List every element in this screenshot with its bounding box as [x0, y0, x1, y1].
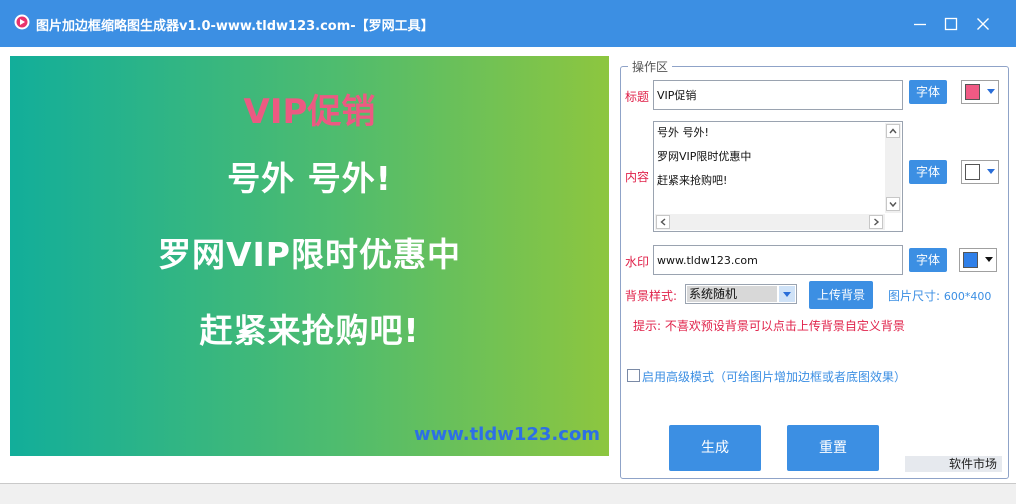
title-label: 标题: [625, 90, 650, 104]
chevron-left-icon: [660, 218, 666, 226]
app-logo-icon: [14, 14, 30, 30]
content-horizontal-scrollbar[interactable]: [655, 214, 885, 230]
content-vertical-scrollbar[interactable]: [885, 123, 901, 213]
close-button[interactable]: [971, 12, 995, 36]
scroll-down-button[interactable]: [886, 197, 900, 211]
watermark-label: 水印: [625, 255, 650, 269]
status-bar: [0, 483, 1016, 504]
preview-line-2: 罗网VIP限时优惠中: [157, 235, 461, 274]
bg-style-label: 背景样式:: [625, 289, 678, 303]
content-font-button[interactable]: 字体: [909, 160, 947, 184]
chevron-right-icon: [874, 218, 880, 226]
title-color-swatch: [965, 84, 980, 100]
bg-style-selected-value: 系统随机: [687, 286, 777, 302]
preview-line-3: 赶紧来抢购吧!: [199, 311, 420, 350]
window-title: 图片加边框缩略图生成器v1.0-www.tldw123.com-【罗网工具】: [36, 19, 434, 34]
scroll-right-button[interactable]: [869, 215, 883, 229]
title-font-button[interactable]: 字体: [909, 80, 947, 104]
content-textarea[interactable]: 号外 号外! 罗网VIP限时优惠中 赶紧来抢购吧!: [653, 121, 903, 232]
scroll-left-button[interactable]: [656, 215, 670, 229]
content-line-2: 罗网VIP限时优惠中: [657, 150, 752, 163]
generate-button[interactable]: 生成: [669, 425, 761, 471]
maximize-button[interactable]: [939, 12, 963, 36]
content-label: 内容: [625, 170, 650, 184]
preview-watermark: www.tldw123.com: [414, 424, 601, 445]
minimize-button[interactable]: [908, 12, 932, 36]
title-input[interactable]: [653, 80, 903, 110]
content-line-1: 号外 号外!: [657, 126, 709, 139]
image-size-value: 600*400: [943, 290, 992, 303]
watermark-color-swatch: [963, 252, 978, 268]
close-icon: [977, 18, 989, 30]
operation-group-legend: 操作区: [628, 58, 673, 75]
software-market-link[interactable]: 软件市场: [905, 456, 1002, 472]
title-bar: 图片加边框缩略图生成器v1.0-www.tldw123.com-【罗网工具】: [0, 0, 1016, 47]
image-size-label: 图片尺寸:: [888, 289, 941, 303]
minimize-icon: [914, 23, 926, 26]
chevron-down-icon: [985, 257, 993, 262]
image-size-info: 图片尺寸: 600*400: [888, 287, 991, 304]
preview-line-1: 号外 号外!: [227, 159, 392, 198]
chevron-down-icon[interactable]: [779, 286, 795, 302]
bg-style-select[interactable]: 系统随机: [685, 284, 797, 304]
chevron-down-icon: [987, 169, 995, 174]
scroll-up-button[interactable]: [886, 124, 900, 138]
advanced-mode-label[interactable]: 启用高级模式（可给图片增加边框或者底图效果）: [642, 368, 906, 385]
maximize-icon: [944, 17, 958, 31]
watermark-color-picker[interactable]: [959, 248, 997, 272]
content-color-swatch: [965, 164, 980, 180]
content-color-picker[interactable]: [961, 160, 999, 184]
upload-background-button[interactable]: 上传背景: [809, 281, 873, 309]
preview-image: VIP促销 号外 号外! 罗网VIP限时优惠中 赶紧来抢购吧! www.tldw…: [10, 56, 609, 456]
chevron-up-icon: [889, 128, 897, 134]
reset-button[interactable]: 重置: [787, 425, 879, 471]
advanced-mode-checkbox[interactable]: [627, 369, 640, 382]
watermark-font-button[interactable]: 字体: [909, 248, 947, 272]
chevron-down-icon: [889, 202, 897, 208]
chevron-down-icon: [987, 89, 995, 94]
watermark-input[interactable]: [653, 245, 903, 275]
hint-text: 提示: 不喜欢预设背景可以点击上传背景自定义背景: [633, 319, 905, 333]
title-color-picker[interactable]: [961, 80, 999, 104]
content-line-3: 赶紧来抢购吧!: [657, 174, 728, 187]
preview-title: VIP促销: [243, 92, 376, 132]
